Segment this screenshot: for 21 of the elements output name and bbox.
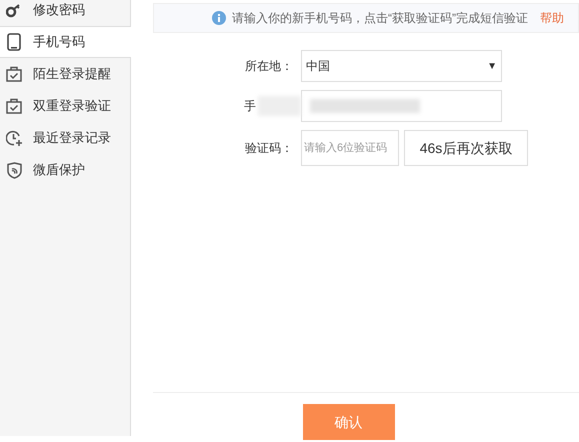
code-input[interactable]: 请输入6位验证码	[301, 130, 399, 166]
notice-text: 请输入你的新手机号码，点击“获取验证码”完成短信验证	[232, 10, 528, 27]
field-label: 验证码：	[244, 140, 294, 157]
sidebar-item[interactable]: 修改密码	[0, 0, 130, 26]
sidebar-item[interactable]: 手机号码	[0, 26, 131, 58]
checked-bag-icon	[6, 66, 22, 82]
field-label: 手	[244, 98, 256, 115]
phone-field[interactable]	[301, 90, 502, 122]
key-icon	[6, 2, 22, 18]
location-select[interactable]: 中国 ▼	[301, 50, 502, 82]
sidebar-item[interactable]: 陌生登录提醒	[0, 58, 130, 90]
sidebar-item[interactable]: 双重登录验证	[0, 90, 130, 122]
info-icon	[212, 11, 226, 25]
checked-bag-icon	[6, 98, 22, 114]
resend-button[interactable]: 46s后再次获取	[404, 130, 528, 166]
sidebar-item[interactable]: 最近登录记录	[0, 122, 130, 154]
field-label: 所在地：	[244, 58, 294, 75]
phone-icon	[7, 33, 21, 51]
sidebar-item[interactable]: 微盾保护	[0, 154, 130, 186]
clock-plus-icon	[6, 130, 22, 146]
shield-icon	[6, 162, 22, 178]
